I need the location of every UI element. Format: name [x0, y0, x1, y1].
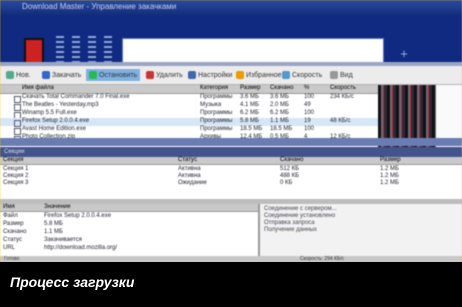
sections-bar: Секции [0, 147, 462, 157]
toolbar: Нов. Закачать Остановить Удалить Настрой… [0, 66, 462, 85]
add-icon[interactable]: + [398, 46, 410, 61]
toolbar-delete-button[interactable]: Удалить [146, 69, 183, 81]
col-percent[interactable]: % [304, 85, 309, 91]
sections-header: Секция Статус Скачано Размер [0, 157, 462, 165]
col-category[interactable]: Категория [200, 85, 228, 91]
log-line: Соединение с сервером... [264, 206, 337, 212]
list-item: Скачано 1.1 МБ [3, 229, 63, 235]
window-title: Download Master - Управление закачками [22, 2, 177, 11]
download-icon [42, 71, 50, 79]
toolbar-stop-button[interactable]: Остановить [86, 69, 141, 81]
toolbar-settings-button[interactable]: Настройки [188, 69, 232, 81]
app-window: Download Master - Управление закачками +… [0, 0, 462, 262]
sections-label: Секции [4, 149, 25, 155]
downloads-header: Имя файла Категория Размер Скачано % Ско… [0, 85, 378, 94]
toolbar-favorites-button[interactable]: Избранное [236, 69, 281, 81]
horizontal-scrollbar[interactable] [0, 138, 462, 146]
view-icon [330, 71, 338, 79]
toolbar-speed-button[interactable]: Скорость [282, 69, 322, 81]
caption-bar: Процесс загрузки [0, 262, 462, 307]
list-item: Файл Firefox Setup 2.0.0.4.exe [3, 213, 112, 219]
caption-text: Процесс загрузки [10, 274, 135, 290]
list-item: Статус Закачивается [3, 237, 82, 243]
new-icon [6, 71, 14, 79]
col-section[interactable]: Секция [3, 157, 23, 163]
title-bar: Download Master - Управление закачками [0, 0, 462, 16]
speed-icon [282, 71, 290, 79]
gear-icon [188, 71, 196, 79]
toolbar-new-button[interactable]: Нов. [6, 69, 31, 81]
stop-icon [89, 71, 97, 79]
list-item: URL http://download.mozilla.org/ [3, 245, 118, 251]
col-speed[interactable]: Скорость [330, 85, 356, 91]
info-table: Имя Значение Файл Firefox Setup 2.0.0.4.… [0, 204, 260, 258]
table-row[interactable]: Winamp 5.5 Full.exe Программы 6.2 МБ 6.2… [0, 110, 378, 119]
table-row-selected[interactable]: Firefox Setup 2.0.0.4.exe Программы 5.8 … [0, 118, 378, 127]
col-section-size[interactable]: Размер [380, 157, 401, 163]
col-loaded[interactable]: Скачано [280, 157, 303, 163]
list-item[interactable]: Секция 1 Активна 512 КБ 1.2 МБ [3, 166, 423, 173]
col-downloaded[interactable]: Скачано [270, 85, 293, 91]
star-icon [236, 71, 244, 79]
top-panel: + [0, 16, 462, 74]
list-item: Размер 5.8 МБ [3, 221, 63, 227]
log-panel: Соединение с сервером... Соединение уста… [260, 204, 462, 258]
log-line: Получение данных [264, 227, 317, 233]
info-header: Имя Значение [0, 204, 258, 212]
col-size[interactable]: Размер [240, 85, 261, 91]
col-name[interactable]: Имя файла [22, 85, 54, 91]
col-value[interactable]: Значение [44, 204, 71, 210]
col-property[interactable]: Имя [3, 204, 15, 210]
table-row[interactable]: Скачать Total Commander 7.0 Final.exe Пр… [0, 94, 378, 103]
toolbar-view-button[interactable]: Вид [330, 69, 353, 81]
table-row[interactable]: The Beatles - Yesterday.mp3 Музыка 4.1 М… [0, 102, 378, 111]
table-row[interactable]: Avast Home Edition.exe Программы 18.5 МБ… [0, 126, 378, 135]
log-line: Соединение установлено [264, 213, 336, 219]
list-item[interactable]: Секция 3 Ожидание 0 КБ 1.2 МБ [3, 180, 423, 187]
list-item[interactable]: Секция 2 Активна 488 КБ 1.2 МБ [3, 173, 423, 180]
toolbar-start-button[interactable]: Закачать [42, 69, 81, 81]
delete-icon [146, 71, 154, 79]
col-status[interactable]: Статус [178, 157, 197, 163]
log-line: Отправка запроса [264, 220, 315, 226]
sections-table: Секция Статус Скачано Размер Секция 1 Ак… [0, 157, 462, 199]
